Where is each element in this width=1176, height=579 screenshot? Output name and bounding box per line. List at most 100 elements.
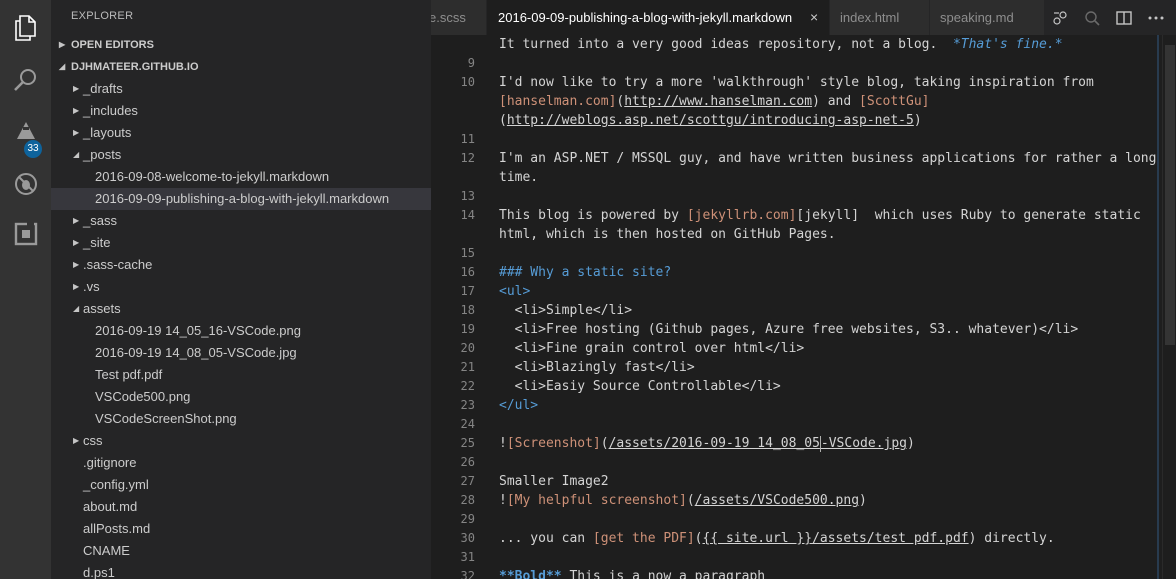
tree-item-label: .gitignore [83, 455, 137, 470]
tree-folder[interactable]: ▶ _drafts [51, 78, 431, 100]
code-token: <li>Simple</li> [499, 303, 633, 318]
code-line[interactable]: <li>Blazingly fast</li> [499, 358, 695, 377]
debug-button[interactable] [0, 160, 51, 208]
overview-ruler [1157, 35, 1159, 579]
tree-folder[interactable]: ▶ .sass-cache [51, 254, 431, 276]
tree-file[interactable]: 2016-09-08-welcome-to-jekyll.markdown [51, 166, 431, 188]
open-editors-section[interactable]: ▶ OPEN EDITORS [51, 34, 431, 56]
code-line[interactable]: <li>Easiy Source Controllable</li> [499, 377, 781, 396]
tree-item-label: .sass-cache [83, 257, 153, 272]
tree-folder[interactable]: ▶ _sass [51, 210, 431, 232]
explorer-button[interactable] [0, 4, 51, 52]
tab-speaking-md[interactable]: speaking.md [930, 0, 1044, 35]
scrollbar-thumb[interactable] [1165, 45, 1175, 345]
tree-item-label: CNAME [83, 543, 130, 558]
code-token: ( [499, 113, 507, 128]
line-number: 21 [460, 360, 475, 374]
tree-folder[interactable]: ▶ _site [51, 232, 431, 254]
line-number: 15 [460, 246, 475, 260]
code-line[interactable]: This blog is powered by [jekyllrb.com][j… [499, 206, 1141, 225]
tree-item-label: _config.yml [83, 477, 149, 492]
code-line[interactable]: ![Screenshot](/assets/2016-09-19 14_08_0… [499, 434, 915, 453]
code-line[interactable]: <li>Free hosting (Github pages, Azure fr… [499, 320, 1079, 339]
close-icon[interactable]: × [810, 0, 818, 35]
tree-file[interactable]: 2016-09-19 14_05_16-VSCode.png [51, 320, 431, 342]
code-token: ) [913, 113, 922, 128]
code-token: http://weblogs.asp.net/scottgu/introduci… [506, 113, 914, 128]
folder-section[interactable]: ◢ DJHMATEER.GITHUB.IO [51, 56, 431, 78]
code-line[interactable]: time. [499, 168, 538, 187]
code-token: [jekyllrb.com] [686, 208, 797, 223]
code-token: <ul> [499, 284, 531, 299]
code-editor[interactable]: 9 10 11 12 13 14 15 16 17 18 19 20 21 22 23 24 25 26 27 28 2… [431, 35, 1176, 579]
search-icon [13, 69, 36, 91]
code-line[interactable]: html, which is then hosted on GitHub Pag… [499, 225, 836, 244]
tree-folder[interactable]: ◢ assets [51, 298, 431, 320]
tree-file[interactable]: .gitignore [51, 452, 431, 474]
preview-icon[interactable] [1083, 9, 1101, 27]
line-number [431, 225, 475, 244]
tree-file[interactable]: VSCodeScreenShot.png [51, 408, 431, 430]
code-line[interactable]: <ul> [499, 282, 530, 301]
tree-folder[interactable]: ◢ _posts [51, 144, 431, 166]
code-token: [get the PDF] [592, 531, 695, 546]
line-number: 30 [460, 531, 475, 545]
code-line[interactable]: I'm an ASP.NET / MSSQL guy, and have wri… [499, 149, 1156, 168]
tree-item-label: _layouts [83, 125, 132, 140]
line-number: 28 [460, 493, 475, 507]
code-line[interactable]: [hanselman.com](http://www.hanselman.com… [499, 92, 930, 111]
code-token: <li>Free hosting (Github pages, Azure fr… [499, 322, 1079, 337]
tree-file[interactable]: _config.yml [51, 474, 431, 496]
code-token: <li>Blazingly fast</li> [499, 360, 695, 375]
open-changes-icon[interactable] [1051, 9, 1069, 27]
line-number [431, 35, 475, 54]
tree-file[interactable]: CNAME [51, 540, 431, 562]
tree-folder[interactable]: ▶ _layouts [51, 122, 431, 144]
code-token: http://www.hanselman.com [624, 94, 813, 109]
code-line[interactable]: I'd now like to try a more 'walkthrough'… [499, 73, 1094, 92]
code-line[interactable]: (http://weblogs.asp.net/scottgu/introduc… [499, 111, 922, 130]
more-actions-icon[interactable] [1147, 9, 1165, 27]
line-number: 22 [460, 379, 475, 393]
code-line[interactable]: </ul> [499, 396, 538, 415]
tree-item-label: VSCode500.png [95, 389, 191, 404]
tree-file[interactable]: 2016-09-09-publishing-a-blog-with-jekyll… [51, 188, 431, 210]
tab-publishing-post[interactable]: 2016-09-09-publishing-a-blog-with-jekyll… [487, 0, 829, 35]
tree-file[interactable]: d.ps1 [51, 562, 431, 579]
tab-scss[interactable]: e.scss [431, 0, 486, 35]
line-number [431, 111, 475, 130]
code-line[interactable]: ### Why a static site? [499, 263, 671, 282]
code-line[interactable]: ![My helpful screenshot](/assets/VSCode5… [499, 491, 867, 510]
code-line[interactable]: ... you can [get the PDF]({{ site.url }}… [499, 529, 1055, 548]
vertical-scrollbar[interactable] [1162, 35, 1176, 579]
code-line[interactable]: **Bold** This is a now a paragraph [499, 567, 765, 579]
code-token: ! [499, 493, 507, 508]
code-line[interactable]: <li>Fine grain control over html</li> [499, 339, 805, 358]
chevron-right-icon: ▶ [73, 260, 80, 269]
tree-item-label: .vs [83, 279, 100, 294]
code-token: **Bold** [499, 569, 562, 579]
code-token: </ul> [499, 398, 539, 413]
tree-file[interactable]: Test pdf.pdf [51, 364, 431, 386]
tree-folder[interactable]: ▶ .vs [51, 276, 431, 298]
tab-index-html[interactable]: index.html [830, 0, 929, 35]
line-number: 12 [460, 151, 475, 165]
code-token: I'd now like to try a more 'walkthrough'… [499, 75, 1094, 90]
tree-file[interactable]: about.md [51, 496, 431, 518]
git-badge: 33 [24, 140, 42, 158]
tree-file[interactable]: VSCode500.png [51, 386, 431, 408]
tree-folder[interactable]: ▶ css [51, 430, 431, 452]
line-number: 18 [460, 303, 475, 317]
tree-file[interactable]: 2016-09-19 14_08_05-VSCode.jpg [51, 342, 431, 364]
chevron-right-icon: ▶ [73, 128, 80, 137]
code-line[interactable]: <li>Simple</li> [499, 301, 632, 320]
tree-item-label: _sass [83, 213, 117, 228]
code-line[interactable]: Smaller Image2 [499, 472, 609, 491]
chevron-right-icon: ▶ [73, 84, 80, 93]
split-editor-icon[interactable] [1115, 9, 1133, 27]
tree-folder[interactable]: ▶ _includes [51, 100, 431, 122]
code-line[interactable]: It turned into a very good ideas reposit… [499, 35, 1063, 54]
search-button[interactable] [0, 56, 51, 104]
extensions-button[interactable] [0, 210, 51, 258]
tree-file[interactable]: allPosts.md [51, 518, 431, 540]
